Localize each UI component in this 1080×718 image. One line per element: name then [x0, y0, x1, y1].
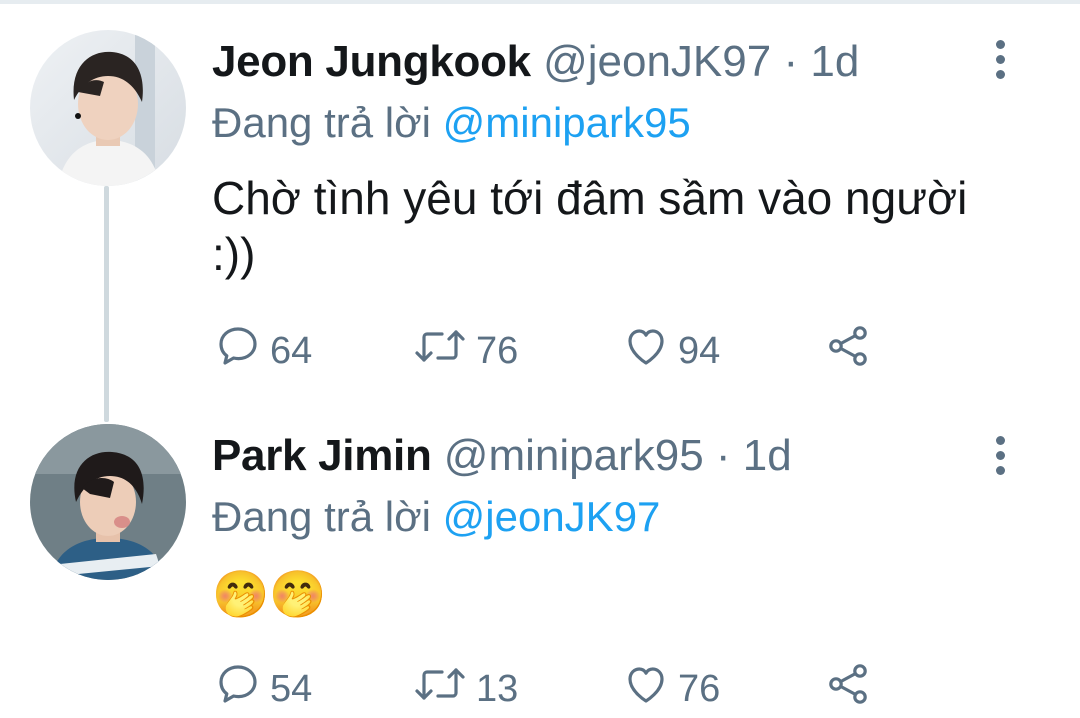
like-count: 94 — [678, 329, 721, 372]
tweet[interactable]: Jeon Jungkook @jeonJK97 · 1d Đang trả lờ… — [0, 0, 1080, 400]
reply-count: 54 — [270, 667, 313, 710]
avatar[interactable] — [30, 30, 186, 186]
reply-count: 64 — [270, 329, 313, 372]
avatar[interactable] — [30, 424, 186, 580]
replying-to-mention[interactable]: @jeonJK97 — [443, 493, 661, 540]
separator-dot: · — [715, 431, 731, 480]
separator-dot: · — [783, 37, 799, 86]
retweet-icon — [412, 322, 468, 380]
retweet-button[interactable]: 13 — [412, 664, 518, 714]
replying-to-mention[interactable]: @minipark95 — [443, 99, 691, 146]
more-options-icon[interactable] — [990, 436, 1010, 476]
like-count: 76 — [678, 667, 721, 710]
tweet-text: 🤭🤭 — [212, 568, 327, 620]
timestamp[interactable]: 1d — [743, 431, 792, 480]
share-icon — [824, 322, 872, 380]
display-name[interactable]: Park Jimin — [212, 431, 432, 480]
share-icon — [824, 660, 872, 718]
display-name[interactable]: Jeon Jungkook — [212, 37, 531, 86]
tweet-header: Jeon Jungkook @jeonJK97 · 1d — [212, 36, 859, 88]
tweet-header: Park Jimin @minipark95 · 1d — [212, 430, 792, 482]
reply-icon — [214, 322, 262, 380]
timestamp[interactable]: 1d — [810, 37, 859, 86]
replying-to-label: Đang trả lời — [212, 493, 431, 540]
replying-to-line: Đang trả lời @minipark95 — [212, 98, 691, 148]
tweet[interactable]: Park Jimin @minipark95 · 1d Đang trả lời… — [0, 420, 1080, 713]
retweet-icon — [412, 660, 468, 718]
reply-button[interactable]: 64 — [214, 326, 312, 376]
share-button[interactable] — [824, 326, 880, 376]
replying-to-line: Đang trả lời @jeonJK97 — [212, 492, 660, 542]
like-button[interactable]: 76 — [622, 664, 720, 714]
reply-icon — [214, 660, 262, 718]
like-icon — [622, 660, 670, 718]
like-icon — [622, 322, 670, 380]
tweet-text: Chờ tình yêu tới đâm sầm vào người :)) — [212, 172, 968, 280]
user-handle[interactable]: @jeonJK97 — [543, 37, 771, 86]
replying-to-label: Đang trả lời — [212, 99, 431, 146]
share-button[interactable] — [824, 664, 880, 714]
retweet-count: 76 — [476, 329, 519, 372]
retweet-count: 13 — [476, 667, 519, 710]
like-button[interactable]: 94 — [622, 326, 720, 376]
reply-button[interactable]: 54 — [214, 664, 312, 714]
user-handle[interactable]: @minipark95 — [444, 431, 704, 480]
retweet-button[interactable]: 76 — [412, 326, 518, 376]
more-options-icon[interactable] — [990, 40, 1010, 80]
